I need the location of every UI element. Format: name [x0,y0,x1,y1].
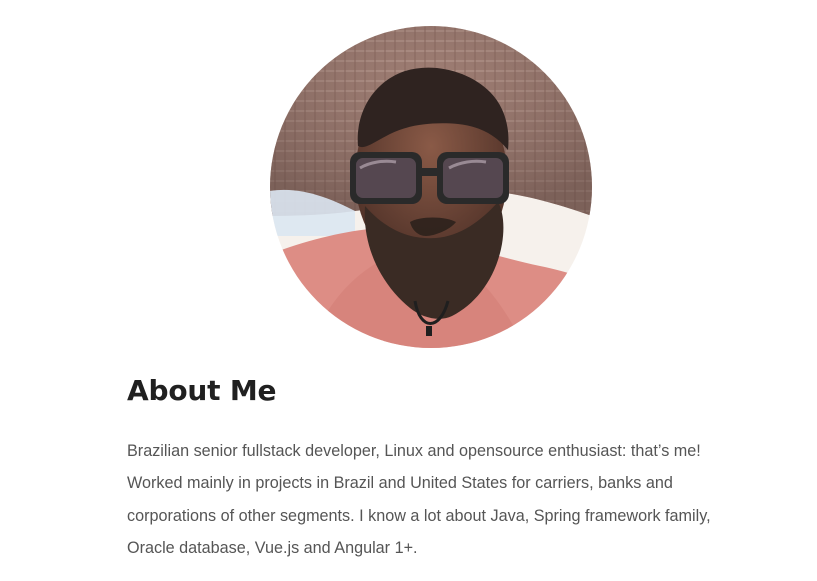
avatar-photo [270,26,592,348]
about-body: Brazilian senior fullstack developer, Li… [127,442,711,557]
about-section: About Me Brazilian senior fullstack deve… [127,372,737,564]
about-title: About Me [127,374,277,407]
avatar [270,26,592,348]
